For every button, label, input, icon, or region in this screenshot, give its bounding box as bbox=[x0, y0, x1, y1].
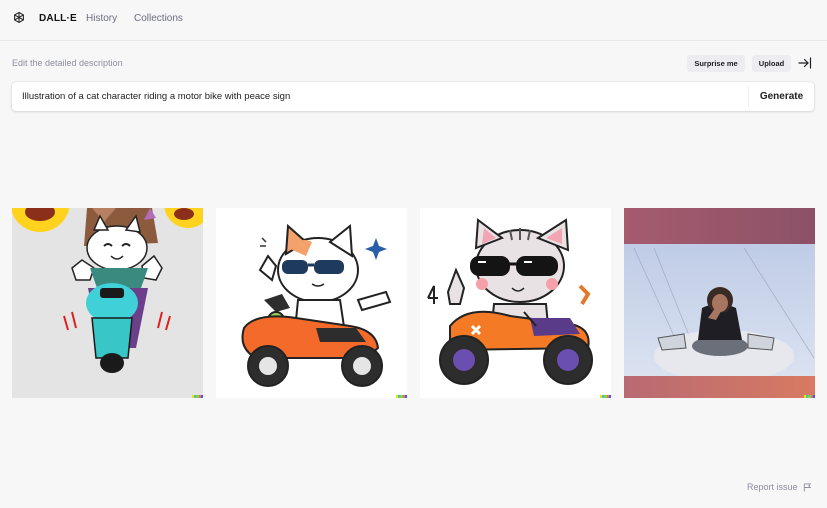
prompt-bar: Generate bbox=[12, 82, 814, 111]
result-image-1[interactable] bbox=[12, 208, 203, 398]
cat-orange-scooter-image bbox=[216, 208, 407, 398]
report-issue-label: Report issue bbox=[747, 482, 798, 492]
person-on-vehicle-photo bbox=[624, 208, 815, 398]
result-image-4[interactable] bbox=[624, 208, 815, 398]
flag-icon bbox=[803, 482, 811, 492]
openai-logo-icon[interactable] bbox=[12, 11, 26, 25]
surprise-me-button[interactable]: Surprise me bbox=[687, 55, 745, 72]
dalle-signature bbox=[192, 395, 203, 398]
upload-button[interactable]: Upload bbox=[752, 55, 791, 72]
brand-name[interactable]: DALL·E bbox=[39, 13, 77, 24]
arrow-right-to-bar-icon[interactable] bbox=[798, 57, 812, 69]
cat-scooter-collage-image bbox=[12, 208, 203, 398]
nav-collections[interactable]: Collections bbox=[134, 13, 183, 24]
dalle-signature bbox=[804, 395, 815, 398]
top-nav: DALL·E History Collections bbox=[0, 0, 827, 41]
prompt-input[interactable] bbox=[22, 82, 742, 111]
generate-button[interactable]: Generate bbox=[749, 82, 814, 111]
result-image-3[interactable] bbox=[420, 208, 611, 398]
report-issue-link[interactable]: Report issue bbox=[747, 482, 812, 492]
nav-history[interactable]: History bbox=[86, 13, 117, 24]
edit-description-label: Edit the detailed description bbox=[12, 58, 123, 68]
result-image-2[interactable] bbox=[216, 208, 407, 398]
grey-cat-motorbike-image bbox=[420, 208, 611, 398]
dalle-signature bbox=[600, 395, 611, 398]
dalle-signature bbox=[396, 395, 407, 398]
